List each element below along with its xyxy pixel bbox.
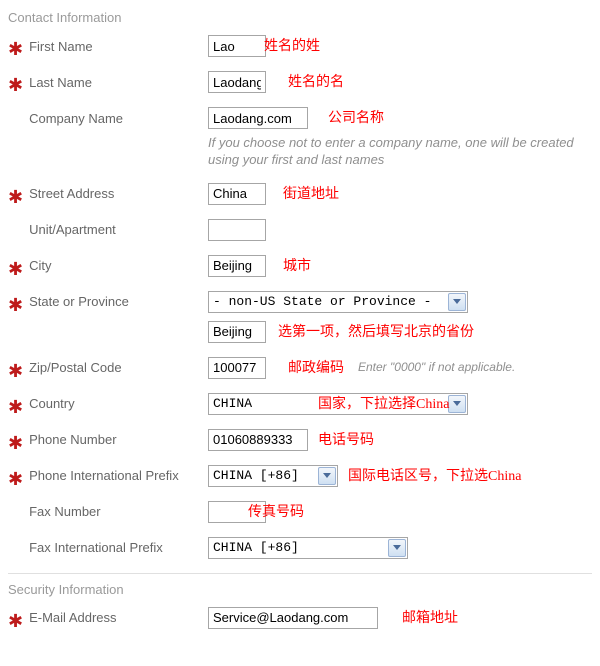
required-icon: ✱ — [8, 438, 23, 448]
anno-first-name: 姓名的姓 — [264, 35, 320, 55]
anno-phone: 电话号码 — [318, 429, 374, 449]
row-country: ✱ Country CHINA 国家，下拉选择China — [8, 393, 600, 415]
label-email: E-Mail Address — [29, 610, 116, 625]
section-divider — [8, 573, 592, 574]
zip-input[interactable] — [208, 357, 266, 379]
chevron-down-icon — [448, 293, 466, 311]
row-fax-prefix: ✱ Fax International Prefix CHINA [+86] — [8, 537, 600, 559]
required-icon: ✱ — [8, 192, 23, 202]
label-fax: Fax Number — [29, 504, 101, 519]
row-street-address: ✱ Street Address 街道地址 — [8, 183, 600, 205]
row-fax: ✱ Fax Number 传真号码 — [8, 501, 600, 523]
country-select[interactable]: CHINA — [208, 393, 468, 415]
label-city: City — [29, 258, 51, 273]
anno-street-address: 街道地址 — [283, 183, 339, 203]
label-company-name: Company Name — [29, 111, 123, 126]
state-text-input[interactable] — [208, 321, 266, 343]
row-phone-prefix: ✱ Phone International Prefix CHINA [+86]… — [8, 465, 600, 487]
required-icon: ✱ — [8, 44, 23, 54]
row-email: ✱ E-Mail Address 邮箱地址 — [8, 607, 600, 629]
required-icon: ✱ — [8, 80, 23, 90]
label-street-address: Street Address — [29, 186, 114, 201]
row-company-name: ✱ Company Name 公司名称 — [8, 107, 600, 129]
fax-input[interactable] — [208, 501, 266, 523]
section-security-heading: Security Information — [8, 582, 600, 597]
chevron-down-icon — [388, 539, 406, 557]
row-first-name: ✱ First Name 姓名的姓 — [8, 35, 600, 57]
required-icon: ✱ — [8, 366, 23, 376]
anno-zip: 邮政编码 — [288, 357, 344, 377]
label-first-name: First Name — [29, 39, 93, 54]
unit-input[interactable] — [208, 219, 266, 241]
city-input[interactable] — [208, 255, 266, 277]
label-phone-prefix: Phone International Prefix — [29, 468, 179, 483]
label-phone: Phone Number — [29, 432, 116, 447]
label-unit: Unit/Apartment — [29, 222, 116, 237]
required-icon: ✱ — [8, 264, 23, 274]
anno-company-name: 公司名称 — [328, 107, 384, 127]
row-zip: ✱ Zip/Postal Code Enter "0000" if not ap… — [8, 357, 600, 379]
row-city: ✱ City 城市 — [8, 255, 600, 277]
last-name-input[interactable] — [208, 71, 266, 93]
chevron-down-icon — [318, 467, 336, 485]
company-name-input[interactable] — [208, 107, 308, 129]
phone-prefix-value: CHINA [+86] — [213, 468, 299, 483]
anno-city: 城市 — [283, 255, 311, 275]
company-name-hint: If you choose not to enter a company nam… — [208, 135, 600, 169]
row-unit: ✱ Unit/Apartment — [8, 219, 600, 241]
country-select-value: CHINA — [213, 396, 252, 411]
row-phone: ✱ Phone Number 电话号码 — [8, 429, 600, 451]
street-address-input[interactable] — [208, 183, 266, 205]
section-contact-heading: Contact Information — [8, 10, 600, 25]
row-last-name: ✱ Last Name 姓名的名 — [8, 71, 600, 93]
chevron-down-icon — [448, 395, 466, 413]
required-icon: ✱ — [8, 402, 23, 412]
anno-phone-prefix: 国际电话区号，下拉选China — [348, 465, 521, 485]
state-select[interactable]: - non-US State or Province - — [208, 291, 468, 313]
label-state: State or Province — [29, 294, 129, 309]
row-state-select: ✱ State or Province - non-US State or Pr… — [8, 291, 600, 313]
anno-last-name: 姓名的名 — [288, 71, 344, 91]
label-last-name: Last Name — [29, 75, 92, 90]
first-name-input[interactable] — [208, 35, 266, 57]
required-icon: ✱ — [8, 616, 23, 626]
row-state-text: 选第一项，然后填写北京的省份 — [8, 321, 600, 343]
label-zip: Zip/Postal Code — [29, 360, 122, 375]
phone-prefix-select[interactable]: CHINA [+86] — [208, 465, 338, 487]
anno-email: 邮箱地址 — [402, 607, 458, 627]
label-country: Country — [29, 396, 75, 411]
state-select-value: - non-US State or Province - — [213, 294, 431, 309]
required-icon: ✱ — [8, 474, 23, 484]
fax-prefix-value: CHINA [+86] — [213, 540, 299, 555]
fax-prefix-select[interactable]: CHINA [+86] — [208, 537, 408, 559]
anno-state: 选第一项，然后填写北京的省份 — [278, 321, 474, 341]
required-icon: ✱ — [8, 300, 23, 310]
email-input[interactable] — [208, 607, 378, 629]
label-fax-prefix: Fax International Prefix — [29, 540, 163, 555]
phone-input[interactable] — [208, 429, 308, 451]
zip-hint: Enter "0000" if not applicable. — [358, 360, 515, 374]
